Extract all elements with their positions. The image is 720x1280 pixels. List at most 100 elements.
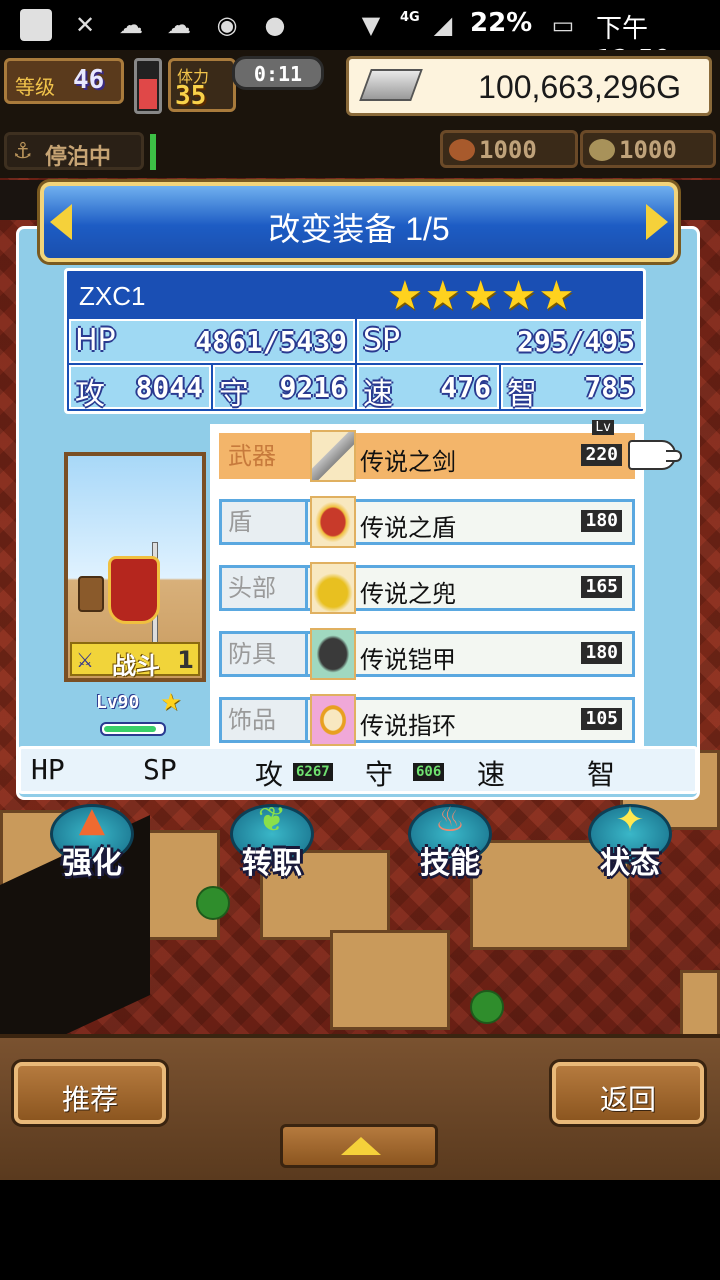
flame-icon: ♨ — [434, 800, 466, 840]
slot-head[interactable]: 头部 传说之兜 165 — [219, 562, 635, 614]
timer: 0:11 — [232, 56, 324, 90]
attack-label: 攻 — [75, 377, 105, 412]
slot-level-tag: Lv — [592, 420, 614, 435]
character-stats-panel: ZXC1 ★★★★★ HP 4861/5439 SP 295/495 攻 804… — [64, 268, 646, 414]
slot-item-name: 传说指环 — [360, 713, 456, 740]
slot-weapon[interactable]: 武器 传说之剑 Lv 220 — [219, 420, 635, 482]
enhance-button[interactable]: ▲ 强化 — [32, 800, 152, 884]
level-star-icon: ★ — [160, 688, 182, 716]
timer-value: 0:11 — [253, 62, 303, 86]
intelligence-stat: 智 785 — [501, 365, 643, 412]
level-label: 等级 — [15, 75, 55, 99]
slot-shield[interactable]: 盾 传说之盾 180 — [219, 496, 635, 548]
slot-category: 饰品 — [222, 700, 308, 740]
change-job-button[interactable]: ❦ 转职 — [212, 800, 332, 884]
defense-value: 9216 — [279, 371, 347, 404]
slot-item-name: 传说之兜 — [360, 581, 456, 608]
recommend-label: 推荐 — [61, 1084, 118, 1115]
up-triangle-icon — [341, 1137, 381, 1155]
speed-label: 速 — [363, 377, 393, 412]
character-portrait[interactable]: ⚔ 战斗 1 — [64, 452, 206, 682]
summary-intelligence-label: 智 — [587, 758, 616, 791]
summary-attack-label: 攻 — [255, 758, 284, 791]
summary-sp-label: SP — [143, 753, 177, 786]
sp-value: 295/495 — [516, 325, 635, 358]
expand-menu-button[interactable] — [280, 1124, 438, 1168]
cloud-icon: ☁ — [167, 11, 191, 39]
slot-accessory[interactable]: 饰品 传说指环 105 — [219, 694, 635, 746]
battery-icon: ▭ — [551, 11, 575, 39]
attack-value: 8044 — [135, 371, 203, 404]
enhance-label: 强化 — [62, 846, 122, 881]
up-arrow-icon: ▲ — [78, 800, 106, 840]
defense-stat: 守 9216 — [213, 365, 355, 412]
armor-icon — [310, 628, 356, 680]
anchor-icon: ⚓ — [13, 139, 33, 164]
stamina-value: 35 — [175, 81, 207, 111]
slot-armor[interactable]: 防具 传说铠甲 180 — [219, 628, 635, 680]
resource-2-value: 1000 — [619, 136, 677, 164]
weather-icon: ☁ — [119, 11, 143, 39]
meat-icon — [449, 139, 475, 161]
intelligence-label: 智 — [507, 377, 537, 412]
speed-stat: 速 476 — [357, 365, 499, 412]
slot-category: 武器 — [222, 436, 308, 476]
skills-label: 技能 — [420, 846, 480, 881]
chat-icon: ● — [264, 11, 286, 39]
sparkle-icon: ✦ — [615, 800, 645, 840]
job-rank: 1 — [177, 646, 194, 674]
sword-icon — [310, 430, 356, 482]
back-label: 返回 — [599, 1084, 656, 1115]
defense-label: 守 — [219, 377, 249, 412]
recommend-button[interactable]: 推荐 — [14, 1062, 166, 1124]
dialog-title-bar: 改变装备 1/5 — [40, 182, 678, 262]
character-name: ZXC1 — [79, 281, 146, 311]
level-value: 46 — [73, 65, 105, 95]
skills-button[interactable]: ♨ 技能 — [390, 800, 510, 884]
signal-broadcast-icon: ◉ — [216, 11, 238, 39]
equipment-slot-list: 武器 传说之剑 Lv 220 盾 传说之盾 180 头部 传说之兜 165 防具… — [210, 420, 644, 746]
dock-status-label: 停泊中 — [45, 145, 112, 170]
speed-value: 476 — [440, 371, 491, 404]
battery-percent: 22% — [470, 8, 533, 38]
sp-label: SP — [363, 323, 401, 358]
helmet-icon — [310, 562, 356, 614]
cell-signal-icon: ◢ — [433, 11, 453, 39]
network-type: 4G — [400, 10, 420, 25]
job-tag: ⚔ 战斗 1 — [70, 642, 200, 680]
slot-level: 180 — [581, 510, 622, 532]
top-hud: 等级 46 体力 35 0:11 100,663,296G ⚓ 停泊中 1000… — [0, 50, 720, 178]
hp-value: 4861/5439 — [195, 325, 347, 358]
slot-level: 165 — [581, 576, 622, 598]
slot-item-name: 传说之剑 — [360, 449, 456, 476]
character-level: Lv90 — [96, 692, 140, 713]
summary-defense-label: 守 — [365, 758, 394, 791]
hp-stat: HP 4861/5439 — [69, 319, 355, 363]
dialog-title: 改变装备 1/5 — [268, 211, 450, 247]
dock-status[interactable]: ⚓ 停泊中 — [4, 132, 144, 170]
money-value: 100,663,296G — [478, 69, 681, 105]
rank-stars: ★★★★★ — [387, 273, 577, 319]
slot-category: 头部 — [222, 568, 308, 608]
next-character-arrow[interactable] — [646, 204, 668, 240]
summary-speed-label: 速 — [477, 758, 506, 791]
summary-hp-label: HP — [31, 753, 65, 786]
resource-2: 1000 — [580, 130, 716, 168]
slot-level: 180 — [581, 642, 622, 664]
resource-1-value: 1000 — [479, 136, 537, 164]
attack-stat: 攻 8044 — [69, 365, 211, 412]
experience-bar — [100, 722, 166, 736]
app-notification-icon — [20, 9, 52, 41]
hp-label: HP — [75, 323, 116, 358]
summary-attack-value: 6267 — [293, 763, 333, 781]
barrel-decoration — [78, 576, 104, 612]
sword-icon: ⚔ — [76, 648, 94, 672]
intelligence-value: 785 — [584, 371, 635, 404]
silver-bar-icon — [359, 69, 423, 101]
change-job-label: 转职 — [242, 846, 302, 881]
player-level: 等级 46 — [4, 58, 124, 104]
back-button[interactable]: 返回 — [552, 1062, 704, 1124]
bottom-bar: 推荐 返回 — [0, 1034, 720, 1180]
wifi-off-icon: ✕ — [74, 11, 96, 39]
status-button[interactable]: ✦ 状态 — [570, 800, 690, 884]
